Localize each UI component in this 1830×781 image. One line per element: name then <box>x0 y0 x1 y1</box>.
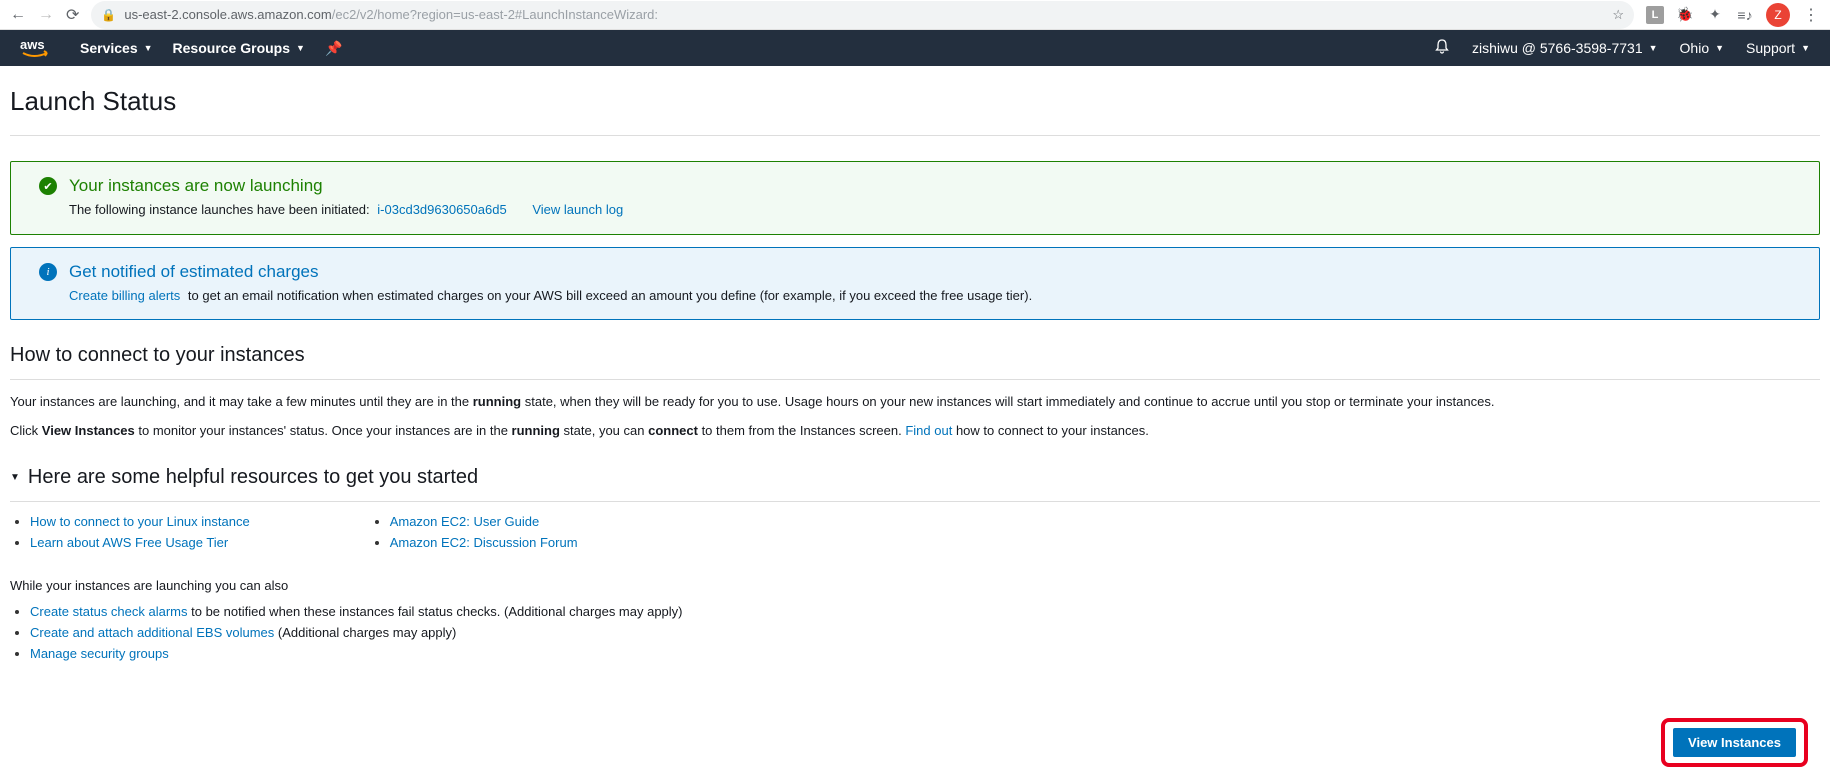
check-circle-icon: ✔ <box>39 177 57 195</box>
connect-para-2: Click View Instances to monitor your ins… <box>10 421 1820 442</box>
reading-list-icon[interactable]: ≡♪ <box>1736 6 1754 24</box>
chrome-menu-icon[interactable]: ⋮ <box>1802 6 1820 24</box>
menu-services[interactable]: Services ▼ <box>80 40 153 56</box>
header-right-menu: zishiwu @ 5766-3598-7731 ▼ Ohio ▼ Suppor… <box>1434 38 1810 59</box>
reload-icon[interactable]: ⟳ <box>66 5 79 25</box>
nav-forward-button[interactable]: → <box>38 6 54 24</box>
create-billing-alerts-link[interactable]: Create billing alerts <box>69 288 180 303</box>
svg-text:aws: aws <box>20 37 45 52</box>
list-item: Create status check alarms to be notifie… <box>30 604 1820 619</box>
info-circle-icon: i <box>39 263 57 281</box>
list-item: Amazon EC2: Discussion Forum <box>390 535 578 550</box>
chrome-right-icons: L 🐞 ✦ ≡♪ Z ⋮ <box>1646 3 1820 27</box>
pin-icon[interactable]: 📌 <box>325 40 342 57</box>
url-path: /ec2/v2/home?region=us-east-2#LaunchInst… <box>332 7 658 22</box>
list-item: Learn about AWS Free Usage Tier <box>30 535 250 550</box>
alert-info-suffix: to get an email notification when estima… <box>188 288 1032 303</box>
section-resources-heading[interactable]: Here are some helpful resources to get y… <box>10 466 1820 502</box>
caret-down-icon: ▼ <box>144 43 153 53</box>
menu-region-label: Ohio <box>1680 40 1710 56</box>
menu-support-label: Support <box>1746 40 1795 56</box>
caret-down-icon: ▼ <box>1715 43 1724 53</box>
section-connect-heading: How to connect to your instances <box>10 344 1820 380</box>
menu-account[interactable]: zishiwu @ 5766-3598-7731 ▼ <box>1472 40 1658 56</box>
create-status-check-alarms-link[interactable]: Create status check alarms <box>30 604 188 619</box>
page-title: Launch Status <box>10 86 1820 136</box>
menu-resource-groups-label: Resource Groups <box>173 40 290 56</box>
alert-info-body: Create billing alerts to get an email no… <box>69 286 1801 306</box>
aws-header: aws Services ▼ Resource Groups ▼ 📌 zishi… <box>0 30 1830 66</box>
menu-resource-groups[interactable]: Resource Groups ▼ <box>173 40 305 56</box>
resource-link[interactable]: Learn about AWS Free Usage Tier <box>30 535 228 550</box>
alert-success-body: The following instance launches have bee… <box>69 200 1801 220</box>
profile-avatar[interactable]: Z <box>1766 3 1790 27</box>
menu-services-label: Services <box>80 40 138 56</box>
resource-link[interactable]: How to connect to your Linux instance <box>30 514 250 529</box>
resource-link[interactable]: Amazon EC2: Discussion Forum <box>390 535 578 550</box>
list-item: How to connect to your Linux instance <box>30 514 250 529</box>
menu-account-label: zishiwu @ 5766-3598-7731 <box>1472 40 1643 56</box>
alert-success-title: Your instances are now launching <box>69 176 1801 196</box>
browser-chrome-bar: ← → ⟳ 🔒 us-east-2.console.aws.amazon.com… <box>0 0 1830 30</box>
view-instances-button[interactable]: View Instances <box>1673 728 1796 757</box>
menu-region[interactable]: Ohio ▼ <box>1680 40 1725 56</box>
create-ebs-volumes-link[interactable]: Create and attach additional EBS volumes <box>30 625 274 640</box>
lock-icon: 🔒 <box>101 8 116 22</box>
alert-launch-success: ✔ Your instances are now launching The f… <box>10 161 1820 235</box>
resource-links-col2: Amazon EC2: User Guide Amazon EC2: Discu… <box>370 514 578 556</box>
caret-down-icon: ▼ <box>1801 43 1810 53</box>
notifications-bell-icon[interactable] <box>1434 38 1450 59</box>
caret-down-icon: ▼ <box>1649 43 1658 53</box>
aws-logo[interactable]: aws <box>20 37 60 59</box>
nav-arrows: ← → <box>10 6 54 24</box>
resource-links-columns: How to connect to your Linux instance Le… <box>10 514 1820 556</box>
url-text: us-east-2.console.aws.amazon.com/ec2/v2/… <box>124 7 1604 22</box>
alert-billing-info: i Get notified of estimated charges Crea… <box>10 247 1820 321</box>
menu-support[interactable]: Support ▼ <box>1746 40 1810 56</box>
caret-down-icon: ▼ <box>296 43 305 53</box>
while-launching-intro: While your instances are launching you c… <box>10 576 1820 597</box>
connect-para-1: Your instances are launching, and it may… <box>10 392 1820 413</box>
resource-links-col1: How to connect to your Linux instance Le… <box>10 514 250 556</box>
view-launch-log-link[interactable]: View launch log <box>532 202 623 217</box>
content-area: Launch Status ✔ Your instances are now l… <box>0 66 1830 747</box>
list-item: Create and attach additional EBS volumes… <box>30 625 1820 640</box>
highlight-annotation: View Instances <box>1661 718 1808 767</box>
while-launching-list: Create status check alarms to be notifie… <box>10 604 1820 661</box>
bottom-action-area: View Instances <box>1661 718 1808 767</box>
alert-success-prefix: The following instance launches have bee… <box>69 202 370 217</box>
address-bar[interactable]: 🔒 us-east-2.console.aws.amazon.com/ec2/v… <box>91 1 1634 29</box>
url-host: us-east-2.console.aws.amazon.com <box>124 7 331 22</box>
extension-debug-icon[interactable]: 🐞 <box>1676 6 1694 24</box>
alert-info-title: Get notified of estimated charges <box>69 262 1801 282</box>
list-item: Amazon EC2: User Guide <box>390 514 578 529</box>
find-out-link[interactable]: Find out <box>905 423 952 438</box>
manage-security-groups-link[interactable]: Manage security groups <box>30 646 169 661</box>
nav-back-button[interactable]: ← <box>10 6 26 24</box>
resource-link[interactable]: Amazon EC2: User Guide <box>390 514 540 529</box>
list-item: Manage security groups <box>30 646 1820 661</box>
instance-id-link[interactable]: i-03cd3d9630650a6d5 <box>377 202 506 217</box>
extensions-puzzle-icon[interactable]: ✦ <box>1706 6 1724 24</box>
star-icon[interactable]: ☆ <box>1612 7 1624 23</box>
extension-l-icon[interactable]: L <box>1646 6 1664 24</box>
